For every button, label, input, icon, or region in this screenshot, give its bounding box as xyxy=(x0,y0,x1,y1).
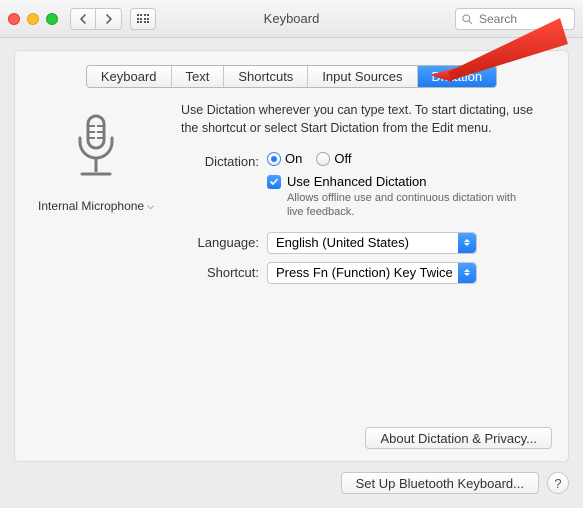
enhanced-dictation-desc: Allows offline use and continuous dictat… xyxy=(287,191,517,220)
tab-shortcuts[interactable]: Shortcuts xyxy=(224,66,308,87)
dictation-on-radio[interactable]: On xyxy=(267,151,302,166)
microphone-label: Internal Microphone xyxy=(38,199,144,213)
radio-off-icon xyxy=(316,152,330,166)
zoom-window-button[interactable] xyxy=(46,13,58,25)
minimize-window-button[interactable] xyxy=(27,13,39,25)
about-dictation-button[interactable]: About Dictation & Privacy... xyxy=(365,427,552,449)
search-icon xyxy=(461,13,473,25)
window-controls xyxy=(8,13,58,25)
tab-keyboard[interactable]: Keyboard xyxy=(87,66,172,87)
check-icon xyxy=(269,177,279,187)
forward-button[interactable] xyxy=(96,8,122,30)
dictation-on-label: On xyxy=(285,151,302,166)
microphone-select[interactable]: Internal Microphone ⌵ xyxy=(38,199,154,213)
back-button[interactable] xyxy=(70,8,96,30)
shortcut-select[interactable]: Press Fn (Function) Key Twice xyxy=(267,262,477,284)
tab-dictation[interactable]: Dictation xyxy=(418,66,497,87)
stepper-icon xyxy=(458,233,476,253)
search-field[interactable] xyxy=(455,8,575,30)
close-window-button[interactable] xyxy=(8,13,20,25)
show-all-button[interactable] xyxy=(130,8,156,30)
titlebar: Keyboard xyxy=(0,0,583,38)
shortcut-value: Press Fn (Function) Key Twice xyxy=(276,265,453,280)
enhanced-dictation-checkbox[interactable] xyxy=(267,175,281,189)
microphone-icon xyxy=(31,112,161,193)
intro-text: Use Dictation wherever you can type text… xyxy=(181,102,552,137)
radio-on-icon xyxy=(267,152,281,166)
microphone-column: Internal Microphone ⌵ xyxy=(31,102,161,292)
shortcut-label: Shortcut: xyxy=(181,262,267,284)
chevron-down-icon: ⌵ xyxy=(147,201,154,212)
tab-text[interactable]: Text xyxy=(172,66,225,87)
language-label: Language: xyxy=(181,232,267,254)
bluetooth-keyboard-button[interactable]: Set Up Bluetooth Keyboard... xyxy=(341,472,539,494)
preferences-pane: Keyboard Text Shortcuts Input Sources Di… xyxy=(14,50,569,462)
nav-buttons xyxy=(70,8,122,30)
help-button[interactable]: ? xyxy=(547,472,569,494)
language-select[interactable]: English (United States) xyxy=(267,232,477,254)
chevron-right-icon xyxy=(105,14,113,24)
tab-bar: Keyboard Text Shortcuts Input Sources Di… xyxy=(31,65,552,88)
search-input[interactable] xyxy=(477,11,569,27)
dictation-off-radio[interactable]: Off xyxy=(316,151,351,166)
stepper-icon xyxy=(458,263,476,283)
tab-input-sources[interactable]: Input Sources xyxy=(308,66,417,87)
dictation-off-label: Off xyxy=(334,151,351,166)
grid-icon xyxy=(137,14,150,23)
language-value: English (United States) xyxy=(276,235,409,250)
enhanced-dictation-label: Use Enhanced Dictation xyxy=(287,174,517,189)
chevron-left-icon xyxy=(79,14,87,24)
dictation-label: Dictation: xyxy=(181,151,267,220)
